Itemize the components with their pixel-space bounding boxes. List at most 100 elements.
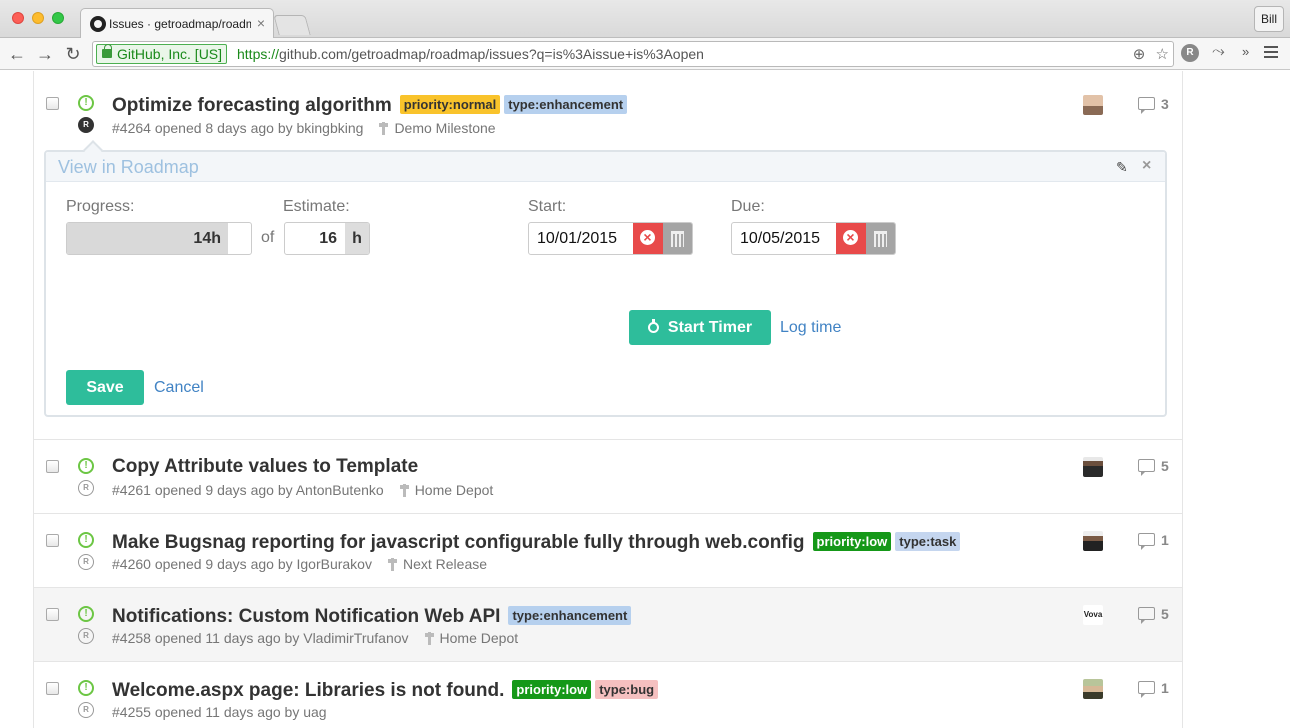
- issue-title[interactable]: Notifications: Custom Notification Web A…: [112, 606, 500, 627]
- url-path: github.com/getroadmap/roadmap/issues?q=i…: [279, 46, 704, 62]
- issue-title[interactable]: Welcome.aspx page: Libraries is not foun…: [112, 680, 504, 701]
- issue-milestone[interactable]: Home Depot: [440, 630, 519, 646]
- back-icon[interactable]: ←: [6, 43, 28, 65]
- issue-checkbox[interactable]: [46, 97, 59, 110]
- issue-meta: #4264 opened 8 days ago by bkingbking Dem…: [112, 120, 496, 136]
- milestone-icon: [399, 484, 409, 497]
- stopwatch-icon: [647, 319, 659, 333]
- close-icon[interactable]: ×: [1142, 157, 1151, 175]
- progress-input[interactable]: 14h: [66, 222, 252, 255]
- issue-checkbox[interactable]: [46, 608, 59, 621]
- roadmap-badge[interactable]: R: [78, 480, 94, 496]
- issue-title-row: Welcome.aspx page: Libraries is not foun…: [112, 678, 659, 702]
- clear-start-date-icon[interactable]: [633, 223, 663, 254]
- issue-checkbox[interactable]: [46, 682, 59, 695]
- roadmap-badge[interactable]: R: [78, 117, 94, 133]
- url-text[interactable]: https://github.com/getroadmap/roadmap/is…: [237, 46, 704, 62]
- roadmap-badge[interactable]: R: [78, 702, 94, 718]
- start-label: Start:: [528, 198, 567, 215]
- due-date-field[interactable]: 10/05/2015: [731, 222, 896, 255]
- profile-button[interactable]: Bill: [1254, 6, 1284, 32]
- table-row: ! R Optimize forecasting algorithm priori…: [34, 71, 1182, 440]
- label-priority-low[interactable]: priority:low: [512, 680, 592, 699]
- estimate-unit: h: [345, 223, 369, 254]
- close-window-button[interactable]: [12, 12, 24, 24]
- issue-meta-text: #4264 opened 8 days ago by bkingbking: [112, 120, 364, 136]
- label-priority-low[interactable]: priority:low: [812, 532, 892, 551]
- calendar-icon[interactable]: [663, 223, 692, 254]
- save-button[interactable]: Save: [66, 370, 144, 405]
- estimate-input[interactable]: 16 h: [284, 222, 370, 255]
- start-timer-button[interactable]: Start Timer: [629, 310, 771, 345]
- roadmap-badge[interactable]: R: [78, 554, 94, 570]
- tab-issues[interactable]: Issues · getroadmap/roadmap ×: [80, 8, 274, 39]
- page-content: ! R Optimize forecasting algorithm priori…: [0, 71, 1290, 728]
- issue-title-row: Optimize forecasting algorithm priority:n…: [112, 93, 628, 117]
- start-date-value: 10/01/2015: [537, 230, 618, 247]
- roadmap-extension-icon[interactable]: R: [1181, 44, 1199, 62]
- tab-close-icon[interactable]: ×: [257, 15, 265, 31]
- url-scheme: https://: [237, 46, 280, 62]
- estimate-label: Estimate:: [283, 198, 350, 215]
- new-tab-button[interactable]: [273, 15, 311, 35]
- comment-count[interactable]: 3: [1138, 96, 1169, 114]
- label-type-enhancement[interactable]: type:enhancement: [508, 606, 632, 625]
- avatar[interactable]: [1083, 679, 1103, 699]
- menu-icon[interactable]: [1264, 46, 1278, 60]
- pencil-icon[interactable]: ✎: [1116, 159, 1128, 176]
- forward-icon[interactable]: →: [34, 43, 56, 65]
- address-bar[interactable]: GitHub, Inc. [US] https://github.com/get…: [92, 41, 1174, 67]
- label-type-bug[interactable]: type:bug: [595, 680, 659, 699]
- open-issue-icon: !: [78, 606, 94, 622]
- open-issue-icon: !: [78, 458, 94, 474]
- label-type-task[interactable]: type:task: [895, 532, 961, 551]
- lock-icon: [102, 44, 112, 58]
- tab-title: Issues · getroadmap/roadmap: [109, 17, 251, 31]
- security-badge-label: GitHub, Inc. [US]: [117, 46, 223, 62]
- avatar[interactable]: Vova: [1083, 605, 1103, 625]
- issue-title[interactable]: Copy Attribute values to Template: [112, 456, 418, 477]
- zoom-icon[interactable]: ⊕: [1133, 46, 1146, 63]
- comment-icon: [1138, 459, 1155, 476]
- issue-meta: #4260 opened 9 days ago by IgorBurakov Ne…: [112, 556, 487, 572]
- more-extensions-icon[interactable]: »: [1242, 44, 1249, 59]
- label-priority-normal[interactable]: priority:normal: [399, 95, 501, 114]
- comment-count[interactable]: 5: [1138, 606, 1169, 624]
- comment-count-value: 5: [1161, 606, 1169, 622]
- progress-label: Progress:: [66, 198, 135, 215]
- view-in-roadmap-link[interactable]: View in Roadmap: [58, 157, 199, 178]
- zoom-window-button[interactable]: [52, 12, 64, 24]
- label-type-enhancement[interactable]: type:enhancement: [504, 95, 628, 114]
- comment-count[interactable]: 1: [1138, 532, 1169, 550]
- issue-milestone[interactable]: Demo Milestone: [394, 120, 495, 136]
- issue-milestone[interactable]: Next Release: [403, 556, 487, 572]
- reload-icon[interactable]: ↻: [62, 43, 84, 65]
- issue-checkbox[interactable]: [46, 460, 59, 473]
- avatar[interactable]: [1083, 531, 1103, 551]
- issue-title[interactable]: Optimize forecasting algorithm: [112, 95, 392, 116]
- bookmark-star-icon[interactable]: ☆: [1156, 46, 1169, 63]
- extension-icon[interactable]: ⤳: [1212, 43, 1225, 61]
- roadmap-badge[interactable]: R: [78, 628, 94, 644]
- issue-checkbox[interactable]: [46, 534, 59, 547]
- avatar[interactable]: [1083, 95, 1103, 115]
- table-row: ! R Welcome.aspx page: Libraries is not …: [34, 662, 1182, 728]
- open-issue-icon: !: [78, 532, 94, 548]
- comment-icon: [1138, 533, 1155, 550]
- calendar-icon[interactable]: [866, 223, 895, 254]
- start-date-field[interactable]: 10/01/2015: [528, 222, 693, 255]
- cancel-link[interactable]: Cancel: [154, 379, 204, 397]
- avatar[interactable]: [1083, 457, 1103, 477]
- comment-count[interactable]: 5: [1138, 458, 1169, 476]
- clear-due-date-icon[interactable]: [836, 223, 866, 254]
- issue-title[interactable]: Make Bugsnag reporting for javascript co…: [112, 532, 805, 553]
- issue-meta: #4258 opened 11 days ago by VladimirTruf…: [112, 630, 518, 646]
- security-badge[interactable]: GitHub, Inc. [US]: [96, 44, 228, 64]
- log-time-link[interactable]: Log time: [780, 319, 841, 337]
- issue-milestone[interactable]: Home Depot: [415, 482, 494, 498]
- comment-count[interactable]: 1: [1138, 680, 1169, 698]
- issue-title-row: Make Bugsnag reporting for javascript co…: [112, 530, 961, 554]
- minimize-window-button[interactable]: [32, 12, 44, 24]
- issue-meta: #4255 opened 11 days ago by uag: [112, 704, 327, 720]
- issue-meta-text: #4261 opened 9 days ago by AntonButenko: [112, 482, 384, 498]
